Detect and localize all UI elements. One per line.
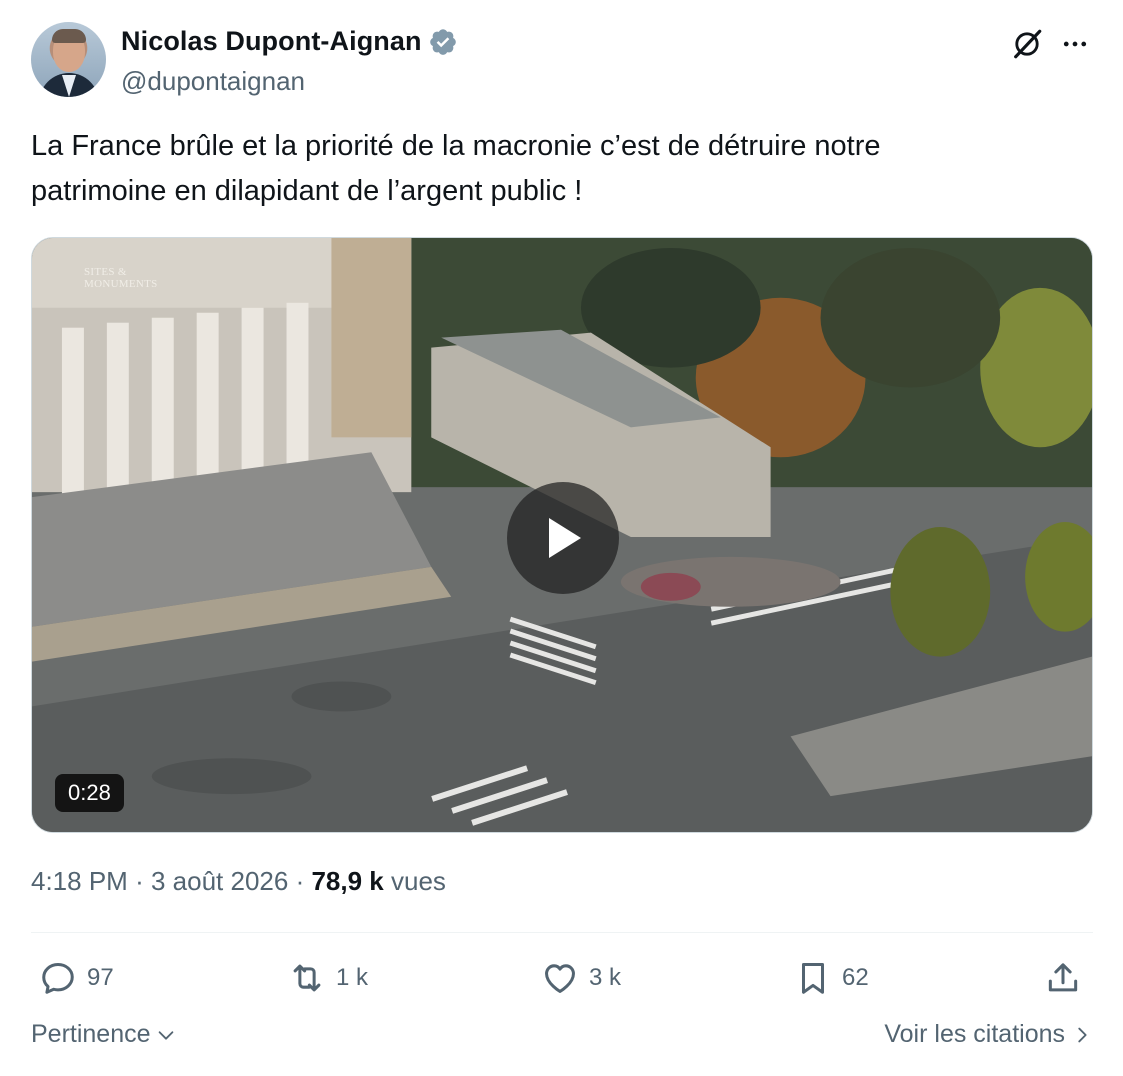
repost-count: 1 k — [336, 964, 369, 991]
watermark-line: MONUMENTS — [84, 278, 158, 290]
play-icon — [549, 518, 581, 558]
meta-separator: · — [295, 866, 305, 896]
verified-badge-icon — [429, 28, 456, 55]
views-label: vues — [391, 866, 446, 896]
tweet-text-line: patrimoine en dilapidant de l’argent pub… — [31, 175, 583, 207]
chevron-right-icon — [1078, 1027, 1087, 1042]
video-duration-badge: 0:28 — [55, 774, 124, 812]
like-count: 3 k — [589, 964, 622, 991]
views-count[interactable]: 78,9 k — [311, 866, 383, 896]
tweet-meta: 4:18 PM · 3 août 2026 · 78,9 k vues — [31, 866, 446, 897]
tweet-date[interactable]: 3 août 2026 — [151, 866, 288, 896]
sort-replies-dropdown[interactable]: Pertinence — [31, 1020, 177, 1049]
author-handle[interactable]: @dupontaignan — [121, 66, 305, 97]
more-options-button[interactable] — [1055, 24, 1095, 64]
grok-button[interactable] — [1007, 24, 1047, 64]
sort-label: Pertinence — [31, 1020, 151, 1048]
avatar-hair — [52, 29, 86, 43]
more-dots-icon — [1063, 41, 1087, 47]
view-quotes-label: Voir les citations — [884, 1020, 1065, 1048]
play-button[interactable] — [507, 482, 619, 594]
bookmark-icon — [801, 963, 825, 994]
share-icon — [1048, 963, 1078, 992]
tweet-text: La France brûle et la priorité de la mac… — [31, 124, 1093, 214]
tweet-time[interactable]: 4:18 PM — [31, 866, 128, 896]
grok-slash-circle-icon — [1014, 29, 1042, 59]
bookmark-count: 62 — [842, 964, 869, 991]
repost-icon — [293, 964, 321, 992]
bookmark-button[interactable]: 62 — [794, 950, 869, 1006]
reply-count: 97 — [87, 964, 114, 991]
video-player[interactable]: SITES & MONUMENTS 0:28 — [31, 237, 1093, 833]
author-display-name[interactable]: Nicolas Dupont-Aignan — [121, 26, 422, 57]
author-name-row[interactable]: Nicolas Dupont-Aignan — [121, 26, 458, 57]
like-button[interactable]: 3 k — [541, 950, 621, 1006]
chevron-down-icon — [158, 1030, 173, 1040]
reply-button[interactable]: 97 — [39, 950, 114, 1006]
tweet-text-line: La France brûle et la priorité de la mac… — [31, 130, 881, 162]
author-avatar[interactable] — [31, 22, 106, 97]
tweet-actions-bar: 97 1 k 3 k 62 — [31, 950, 1093, 1006]
share-button[interactable] — [1044, 950, 1082, 1006]
heart-icon — [545, 964, 575, 993]
tweet-header: Nicolas Dupont-Aignan @dupontaignan — [31, 22, 1093, 100]
reply-icon — [42, 963, 74, 994]
repost-button[interactable]: 1 k — [288, 950, 368, 1006]
meta-separator: · — [135, 866, 144, 896]
divider — [31, 932, 1093, 933]
video-watermark: SITES & MONUMENTS — [84, 266, 158, 290]
view-quotes-link[interactable]: Voir les citations — [884, 1020, 1093, 1049]
watermark-line: SITES & — [84, 266, 127, 278]
